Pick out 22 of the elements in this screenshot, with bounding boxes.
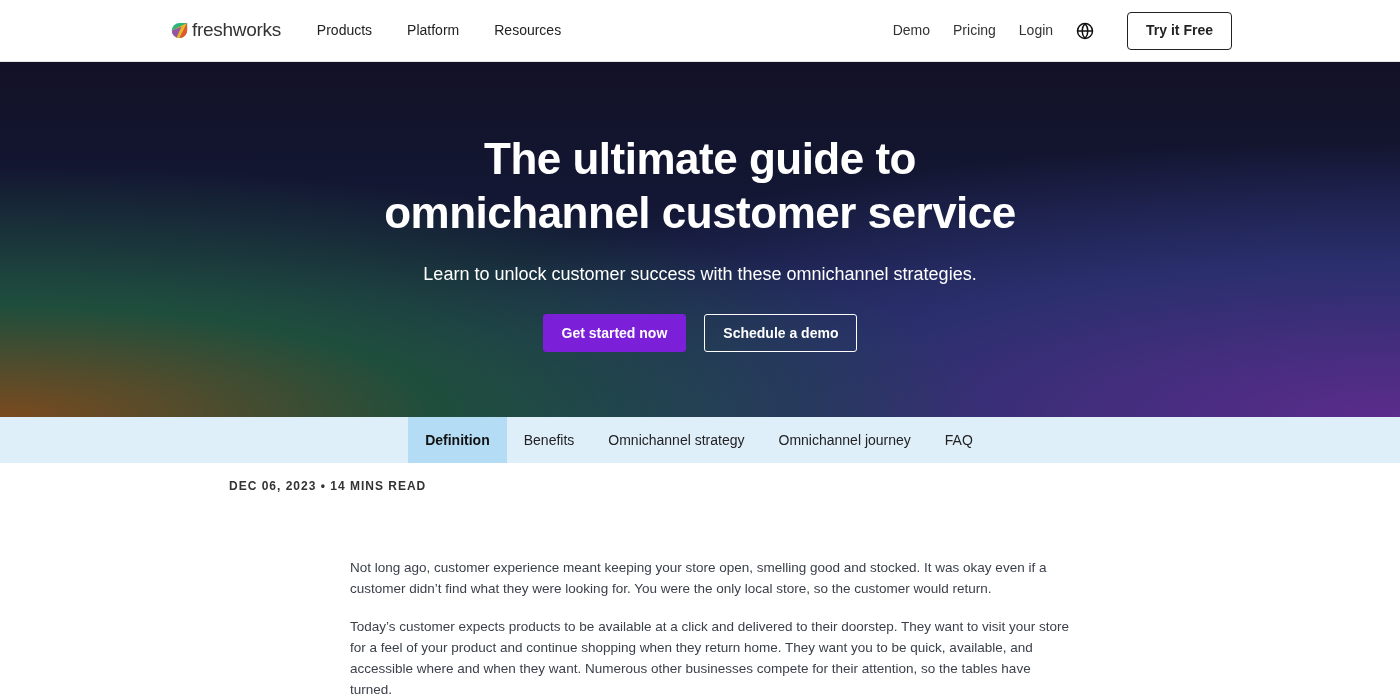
logo-icon [170, 21, 189, 40]
section-tab[interactable]: Definition [408, 417, 507, 463]
section-tab[interactable]: Omnichannel strategy [591, 417, 762, 463]
hero-button[interactable]: Get started now [542, 314, 687, 352]
hero-button[interactable]: Schedule a demo [704, 314, 858, 352]
try-free-button[interactable]: Try it Free [1127, 11, 1232, 50]
nav-link[interactable]: Login [1018, 20, 1054, 41]
nav-link[interactable]: Demo [892, 20, 930, 41]
article-paragraph: Today’s customer expects products to be available at a click and delivered to their doorstep. They want to visit your store for a feel of your product and continue shopping when they return home. They want you to be quick, available, and accessible where and when they want. Numerous other businesses compete for their attention, so the tables have turned. [350, 618, 1070, 699]
article-paragraph: Not long ago, customer experience meant keeping your store open, smelling good and stocked. It was okay even if a customer didn’t find what they were looking for. You were the only local store, so the customer would return. [350, 559, 1048, 598]
nav-link[interactable]: Pricing [953, 20, 996, 41]
section-tab[interactable]: Omnichannel journey [761, 417, 928, 463]
nav-menu-item[interactable]: Products [316, 20, 373, 41]
section-tab[interactable]: Benefits [506, 417, 592, 463]
section-tab[interactable]: FAQ [927, 417, 990, 463]
article-meta: DEC 06, 2023 • 14 MINS READ [229, 478, 428, 495]
nav-menu-item[interactable]: Resources [494, 20, 562, 41]
logo-wordmark[interactable]: freshworks [192, 16, 281, 45]
globe-icon[interactable] [1076, 21, 1095, 40]
hero-subtitle: Learn to unlock customer success with these omnichannel strategies. [423, 263, 977, 286]
nav-menu-item[interactable]: Platform [407, 20, 460, 41]
hero-title: The ultimate guide to omnichannel customer service [383, 133, 1017, 239]
